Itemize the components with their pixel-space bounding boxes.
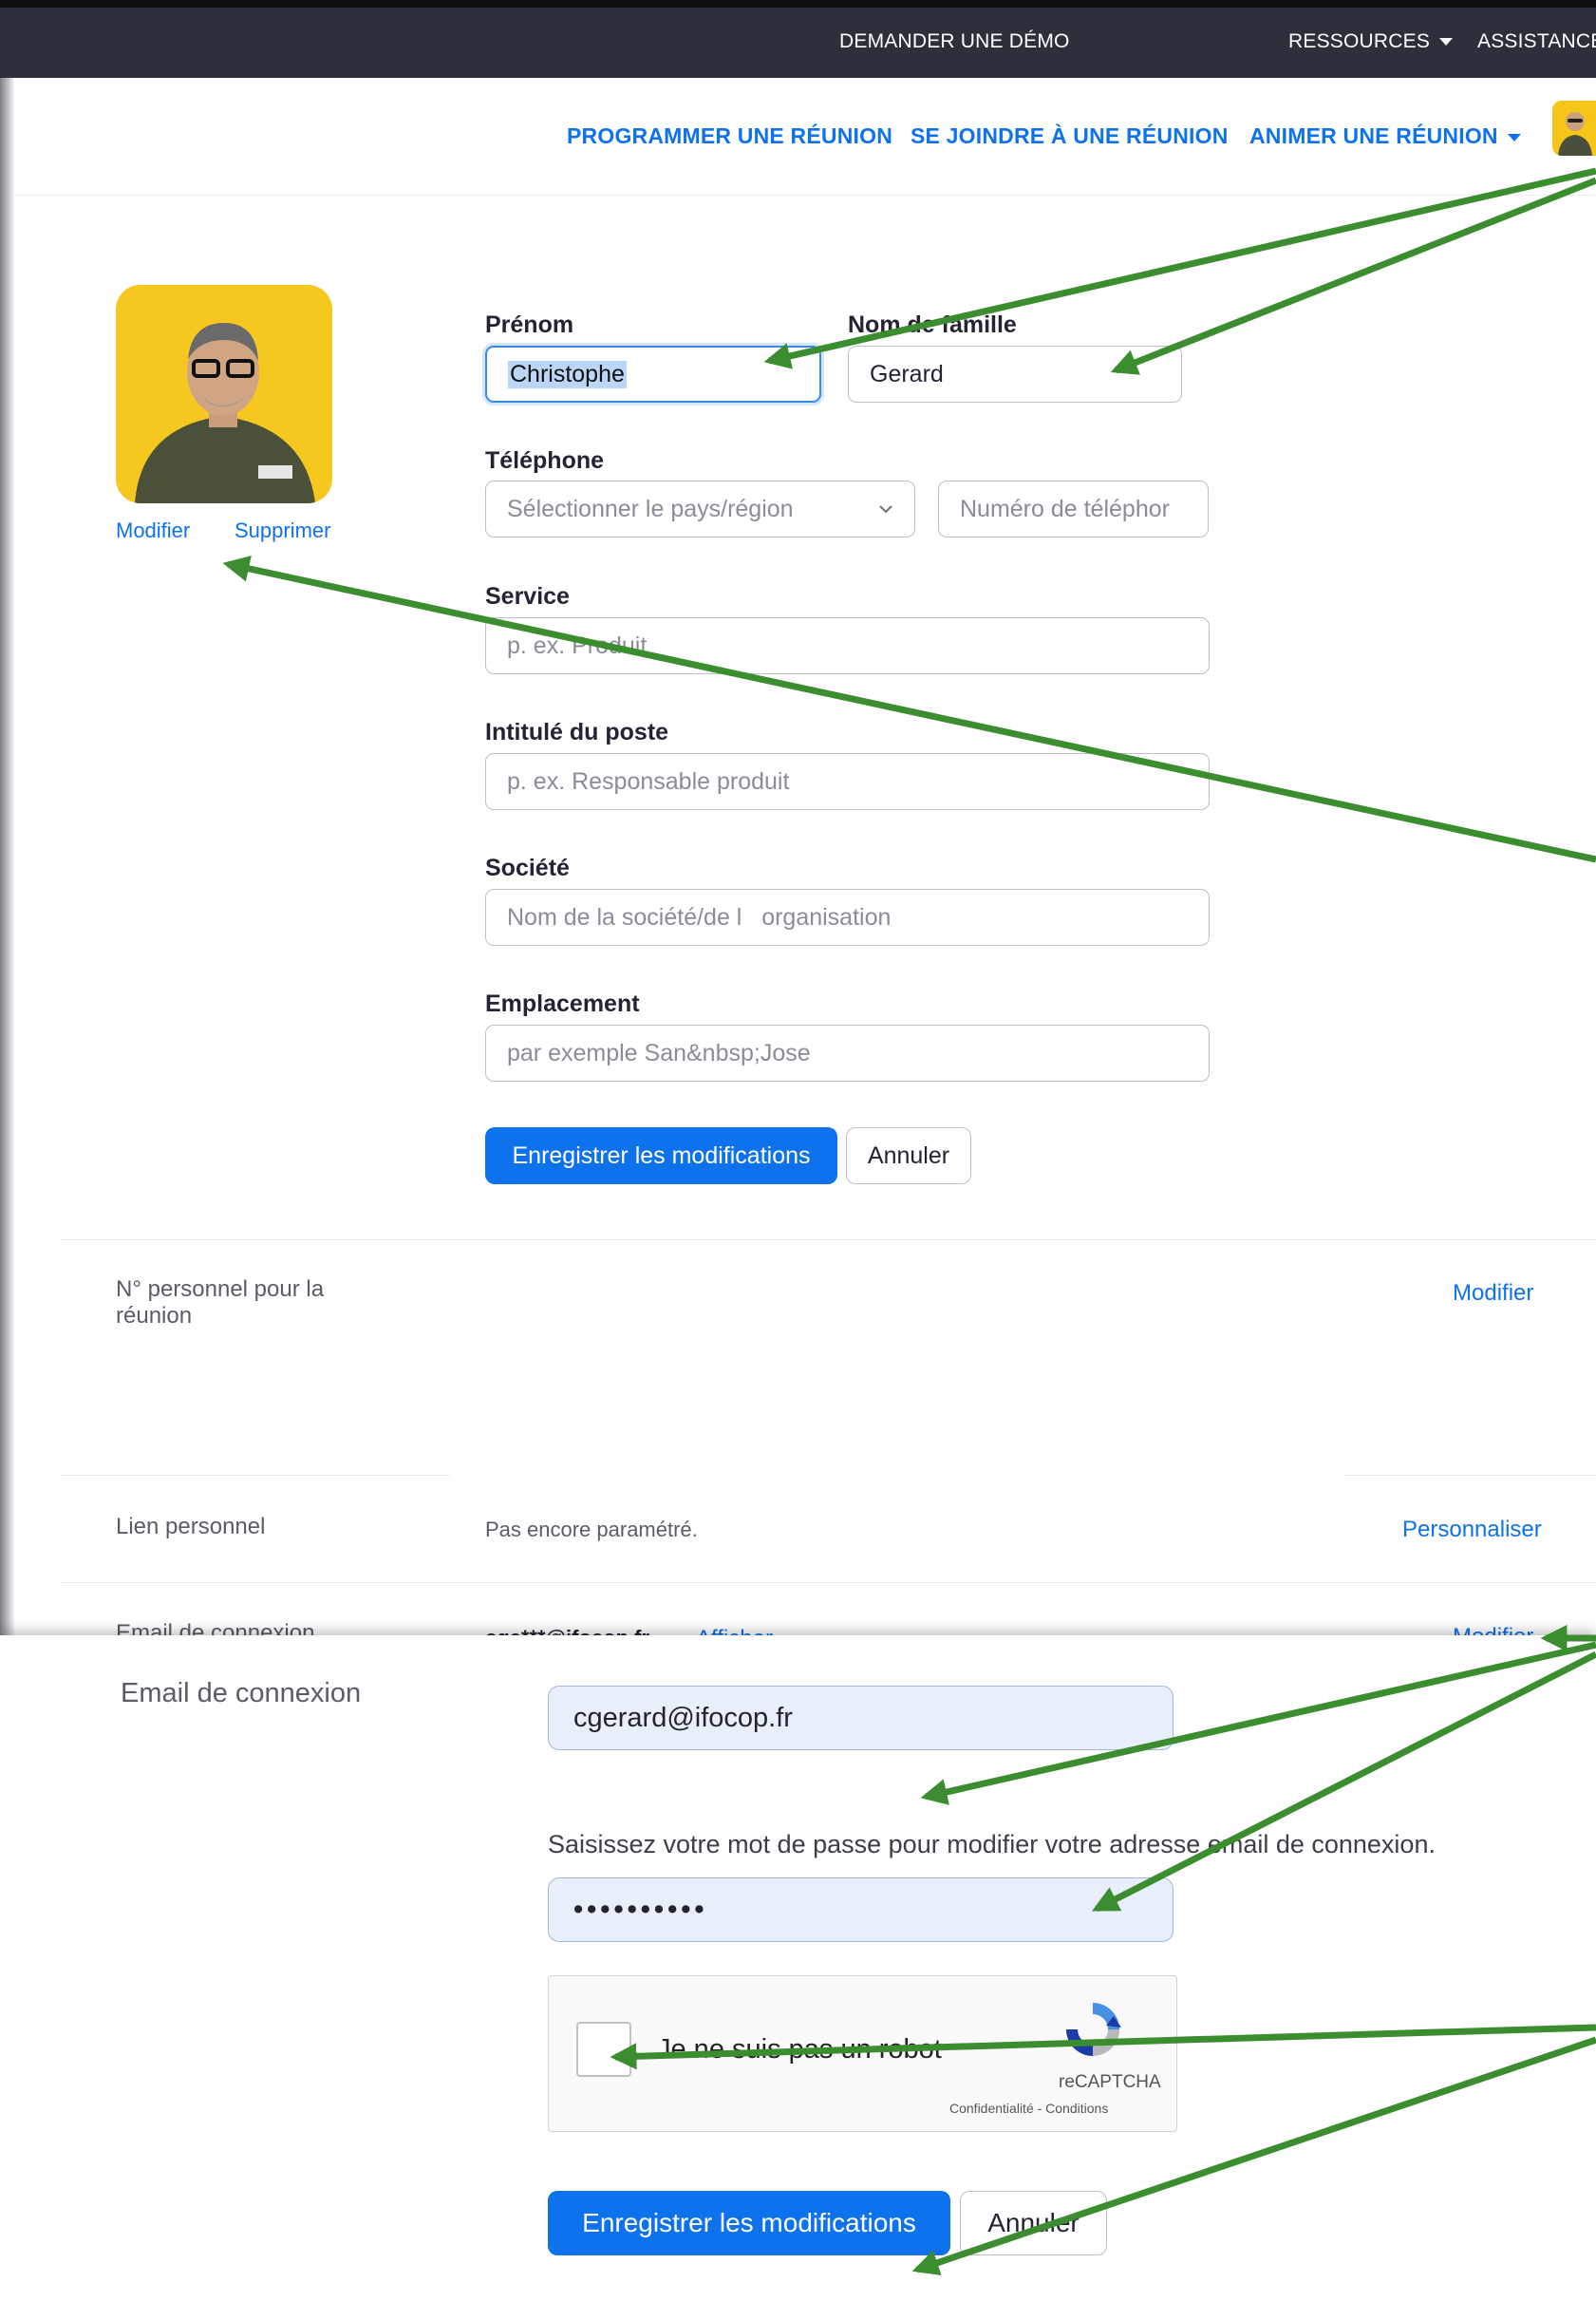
annotation-arrow <box>1110 177 1596 375</box>
annotation-arrow <box>610 2024 1596 2070</box>
annotation-arrow <box>1092 1650 1596 1913</box>
annotation-arrow <box>222 556 1596 863</box>
annotation-arrows <box>222 167 1596 2276</box>
annotation-arrow <box>920 1641 1596 1805</box>
annotation-arrow <box>911 2036 1596 2276</box>
annotation-arrow <box>763 167 1596 369</box>
